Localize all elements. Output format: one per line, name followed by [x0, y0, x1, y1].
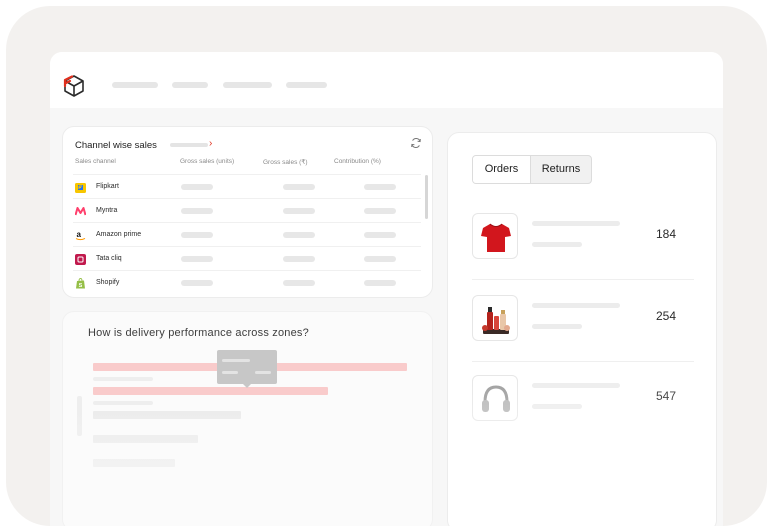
flipkart-icon [75, 183, 86, 193]
product-name [532, 221, 620, 226]
revenue-value [283, 256, 315, 262]
table-row[interactable]: Tata cliq [73, 246, 421, 270]
bar-label-ghost [93, 401, 153, 405]
channel-sales-filter[interactable] [170, 143, 208, 147]
bar-label-ghost [93, 377, 153, 381]
table-row[interactable]: a Amazon prime [73, 222, 421, 246]
product-count: 547 [656, 389, 677, 403]
product-thumbnail [472, 213, 518, 259]
orders-returns-card: Orders Returns 184 254 547 [447, 132, 717, 526]
channel-name: Myntra [96, 207, 118, 214]
chevron-right-icon[interactable]: › [209, 138, 212, 149]
amazon-icon: a [75, 230, 86, 241]
device-frame: Channel wise sales › Sales channel Gross… [6, 6, 767, 526]
channel-sales-card: Channel wise sales › Sales channel Gross… [62, 126, 433, 298]
units-value [181, 232, 213, 238]
revenue-value [283, 280, 315, 286]
product-name [532, 383, 620, 388]
contribution-value [364, 232, 396, 238]
table-row[interactable]: Flipkart [73, 174, 421, 198]
top-bar [50, 52, 723, 108]
column-header-contribution: Contribution (%) [334, 158, 381, 165]
contribution-value [364, 184, 396, 190]
tshirt-icon [481, 223, 511, 252]
divider [472, 279, 694, 280]
shopify-icon: S [76, 278, 85, 289]
orders-returns-toggle: Orders Returns [472, 155, 592, 184]
contribution-value [364, 208, 396, 214]
table-row[interactable]: Myntra [73, 198, 421, 222]
table-row[interactable]: S Shopify [73, 270, 421, 294]
product-meta [532, 242, 582, 247]
channel-name: Shopify [96, 279, 120, 286]
contribution-value [364, 256, 396, 262]
nav-item-1[interactable] [112, 82, 158, 88]
product-count: 254 [656, 309, 677, 323]
tab-orders[interactable]: Orders [473, 156, 531, 183]
nav-item-2[interactable] [172, 82, 208, 88]
channel-sales-title: Channel wise sales [75, 140, 157, 151]
product-name [532, 303, 620, 308]
product-thumbnail [472, 295, 518, 341]
product-meta [532, 404, 582, 409]
units-value [181, 256, 213, 262]
divider [472, 361, 694, 362]
channel-name: Tata cliq [96, 255, 122, 262]
product-row[interactable]: 254 [472, 295, 694, 343]
tata-cliq-icon [75, 254, 86, 265]
chart-tooltip [217, 350, 277, 388]
fade-overlay [63, 410, 432, 526]
refresh-icon[interactable] [410, 137, 422, 149]
zone-bar[interactable] [93, 459, 175, 467]
tab-returns[interactable]: Returns [531, 156, 591, 183]
zone-bar[interactable] [93, 411, 241, 419]
myntra-icon [75, 207, 86, 216]
units-value [181, 208, 213, 214]
headphones-icon [482, 385, 510, 412]
product-row[interactable]: 547 [472, 375, 694, 423]
nav-item-3[interactable] [223, 82, 272, 88]
nav-item-4[interactable] [286, 82, 327, 88]
product-thumbnail [472, 375, 518, 421]
cosmetics-icon [482, 307, 510, 334]
units-value [181, 184, 213, 190]
column-header-channel: Sales channel [75, 158, 116, 165]
revenue-value [283, 208, 315, 214]
zone-bar[interactable] [93, 435, 198, 443]
product-row[interactable]: 184 [472, 213, 694, 261]
axis-ghost [77, 396, 82, 436]
channel-name: Flipkart [96, 183, 119, 190]
column-header-units: Gross sales (units) [180, 158, 235, 165]
revenue-value [283, 232, 315, 238]
column-header-revenue: Gross sales (₹) [263, 159, 308, 166]
units-value [181, 280, 213, 286]
svg-text:S: S [79, 283, 83, 289]
contribution-value [364, 280, 396, 286]
delivery-title: How is delivery performance across zones… [88, 327, 309, 339]
delivery-performance-card: How is delivery performance across zones… [62, 311, 433, 526]
table-scrollbar[interactable] [425, 175, 428, 219]
app-window: Channel wise sales › Sales channel Gross… [50, 52, 723, 526]
box-logo-icon[interactable] [62, 74, 86, 98]
svg-text:a: a [77, 230, 82, 239]
product-count: 184 [656, 227, 677, 241]
product-meta [532, 324, 582, 329]
revenue-value [283, 184, 315, 190]
channel-name: Amazon prime [96, 231, 142, 238]
zone-bar[interactable] [93, 387, 328, 395]
